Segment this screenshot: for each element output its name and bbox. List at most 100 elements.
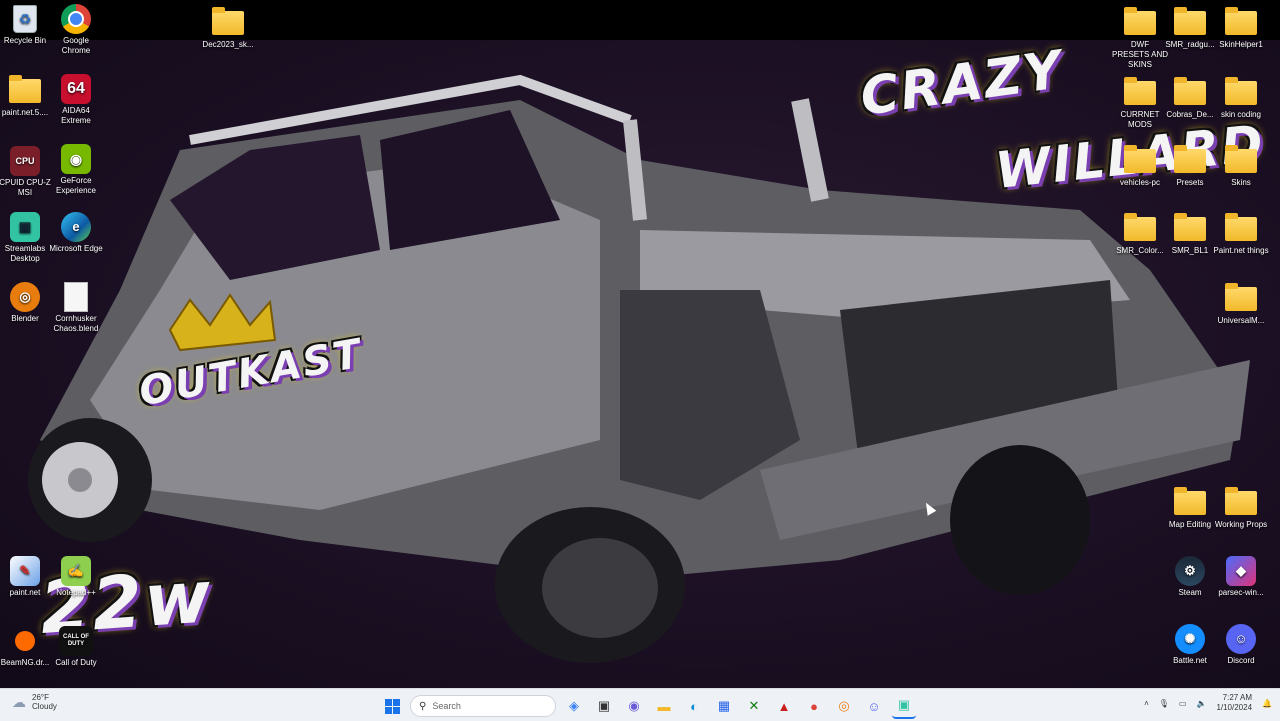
network-icon[interactable]: ▭	[1179, 699, 1187, 708]
volume-icon[interactable]: 🔈	[1196, 699, 1206, 708]
desktop-icon-dec2023-folder[interactable]: Dec2023_sk...	[200, 7, 256, 50]
taskbar-edge-button[interactable]: ◐	[682, 694, 706, 718]
desktop-icon-cpuz[interactable]: CPU CPUID CPU-Z MSI	[0, 146, 53, 198]
discord-icon: ☺	[867, 698, 881, 714]
desktop-icon-skin-coding[interactable]: skin coding	[1213, 77, 1269, 120]
paintnet-icon: ✎	[10, 556, 40, 586]
desktop-icon-universalm[interactable]: UniversalM...	[1213, 283, 1269, 326]
folder-icon	[1225, 283, 1257, 311]
desktop-icon-label: Battle.net	[1173, 656, 1207, 665]
desktop-icon-label: Dec2023_sk...	[202, 40, 254, 49]
desktop-icon-smr-bl1[interactable]: SMR_BL1	[1162, 213, 1218, 256]
desktop-icon-working-props[interactable]: Working Props	[1213, 487, 1269, 530]
battlenet-icon: ✺	[1175, 624, 1205, 654]
desktop-icon-label: SMR_BL1	[1171, 246, 1209, 255]
desktop-icon-vehicles-pc[interactable]: vehicles-pc	[1112, 145, 1168, 188]
taskbar-xbox-button[interactable]: ✕	[742, 694, 766, 718]
weather-temp: 26°F	[32, 693, 49, 702]
desktop-icon-label: Discord	[1227, 656, 1255, 665]
desktop-icon-geforce[interactable]: ◉ GeForce Experience	[48, 144, 104, 196]
edge-icon: e	[61, 212, 91, 242]
taskbar-pinned-apps: ⚲ Search ◈ ▣ ◉ ▬ ◐ ▦ ✕ ▲ ● ◎ ☺ ▣	[380, 693, 916, 719]
folder-icon	[1174, 7, 1206, 35]
taskbar-store-button[interactable]: ▦	[712, 694, 736, 718]
desktop-icon-steam[interactable]: ⚙ Steam	[1162, 556, 1218, 598]
desktop-icon-paintnet-folder[interactable]: paint.net.5....	[0, 75, 53, 118]
desktop-icon-label: skin coding	[1220, 110, 1262, 119]
desktop-icon-label: GeForce Experience	[55, 176, 97, 195]
desktop-icon-map-editing[interactable]: Map Editing	[1162, 487, 1218, 530]
desktop-icon-label: Blender	[11, 314, 39, 323]
desktop-icon-aida64[interactable]: 64 AIDA64 Extreme	[48, 74, 104, 126]
desktop-icon-recycle-bin[interactable]: ♻ Recycle Bin	[0, 4, 53, 46]
taskbar-chrome-button[interactable]: ●	[802, 694, 826, 718]
taskbar-discord-button[interactable]: ☺	[862, 694, 886, 718]
desktop-icon-label: vehicles-pc	[1119, 178, 1160, 187]
taskbar-search-box[interactable]: ⚲ Search	[410, 695, 556, 717]
notification-bell-icon[interactable]: 🔔	[1262, 699, 1272, 708]
taskbar-file-explorer-button[interactable]: ▬	[652, 694, 676, 718]
folder-icon	[1124, 77, 1156, 105]
microphone-icon[interactable]: 🎙	[1159, 699, 1169, 708]
weather-desc: Cloudy	[32, 702, 57, 711]
desktop-icon-dwf-presets[interactable]: DWF PRESETS AND SKINS	[1112, 7, 1168, 70]
taskbar-task-view-button[interactable]: ▣	[592, 694, 616, 718]
desktop-icon-parsec[interactable]: ◆ parsec-win...	[1213, 556, 1269, 598]
folder-icon	[1225, 487, 1257, 515]
desktop-icon-blend-file[interactable]: Cornhusker Chaos.blend	[48, 282, 104, 334]
taskbar-blender-button[interactable]: ◎	[832, 694, 856, 718]
desktop-icon-label: Notepad++	[56, 588, 96, 597]
desktop-icon-notepadpp[interactable]: ✍ Notepad++	[48, 556, 104, 598]
desktop-icon-currnet-mods[interactable]: CURRNET MODS	[1112, 77, 1168, 130]
cod-icon: CALL OF DUTY	[59, 626, 93, 656]
desktop-icon-label: Cobras_De...	[1166, 110, 1214, 119]
desktop-icon-label: Skins	[1231, 178, 1251, 187]
desktop-icon-edge[interactable]: e Microsoft Edge	[48, 212, 104, 254]
chevron-up-icon[interactable]: ˄	[1144, 699, 1149, 708]
desktop-icon-label: SMR_Color...	[1116, 246, 1164, 255]
desktop-icon-streamlabs[interactable]: ▣ Streamlabs Desktop	[0, 212, 53, 264]
app-icon: ▲	[777, 698, 791, 714]
xbox-icon: ✕	[748, 698, 760, 713]
desktop-icon-blender[interactable]: ◎ Blender	[0, 282, 53, 324]
desktop-icon-google-chrome[interactable]: Google Chrome	[48, 4, 104, 56]
system-tray: ˄ 🎙 ▭ 🔈 7:27 AM 1/10/2024 🔔	[1144, 693, 1272, 713]
folder-icon	[1174, 213, 1206, 241]
task-view-icon: ▣	[597, 698, 611, 713]
folder-icon	[1124, 213, 1156, 241]
start-button[interactable]	[380, 694, 404, 718]
desktop-icon-battlenet[interactable]: ✺ Battle.net	[1162, 624, 1218, 666]
desktop-icon-beamng[interactable]: BeamNG.dr...	[0, 626, 53, 668]
desktop-icon-paintnet[interactable]: ✎ paint.net	[0, 556, 53, 598]
chat-icon: ◉	[628, 698, 640, 713]
desktop-icon-discord[interactable]: ☺ Discord	[1213, 624, 1269, 666]
desktop-icon-smr-color[interactable]: SMR_Color...	[1112, 213, 1168, 256]
taskbar-streamlabs-button[interactable]: ▣	[892, 693, 916, 719]
streamlabs-icon: ▣	[10, 212, 40, 242]
weather-widget[interactable]: ☁ 26°F Cloudy	[12, 693, 57, 711]
taskbar-clock[interactable]: 7:27 AM 1/10/2024	[1216, 693, 1252, 713]
desktop-icon-label: BeamNG.dr...	[0, 658, 50, 667]
desktop-icon-skinhelper[interactable]: SkinHelper1	[1213, 7, 1269, 50]
recycle-bin-icon: ♻	[13, 5, 37, 33]
desktop-icon-paintnet-things[interactable]: Paint.net things	[1213, 213, 1269, 256]
folder-icon	[1225, 77, 1257, 105]
desktop-icon-smr-radgu[interactable]: SMR_radgu...	[1162, 7, 1218, 50]
chrome-icon: ●	[810, 698, 818, 714]
desktop-icon-label: Paint.net things	[1213, 246, 1269, 255]
desktop-icon-label: Recycle Bin	[3, 36, 47, 45]
folder-icon	[212, 7, 244, 35]
desktop-icon-cobras[interactable]: Cobras_De...	[1162, 77, 1218, 120]
taskbar-app-button[interactable]: ▲	[772, 694, 796, 718]
steam-icon: ⚙	[1175, 556, 1205, 586]
blend-file-icon	[64, 282, 88, 312]
desktop-icon-label: Presets	[1176, 178, 1204, 187]
desktop-icon-call-of-duty[interactable]: CALL OF DUTY Call of Duty	[48, 626, 104, 668]
taskbar-copilot-button[interactable]: ◈	[562, 694, 586, 718]
desktop-icon-skins[interactable]: Skins	[1213, 145, 1269, 188]
desktop-icon-presets[interactable]: Presets	[1162, 145, 1218, 188]
copilot-icon: ◈	[569, 698, 579, 713]
nvidia-icon: ◉	[61, 144, 91, 174]
desktop-icon-label: SkinHelper1	[1219, 40, 1263, 49]
taskbar-chat-button[interactable]: ◉	[622, 694, 646, 718]
